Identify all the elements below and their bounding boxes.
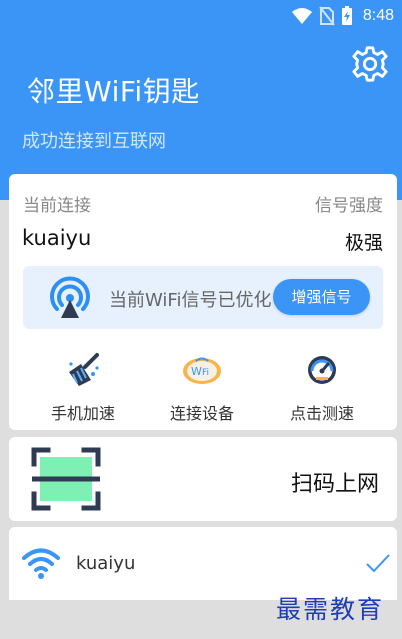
signal-notice: 当前WiFi信号已优化 增强信号 xyxy=(23,266,383,329)
wifi-status-icon xyxy=(291,8,312,24)
app-header: 8:48 邻里WiFi钥匙 成功连接到互联网 xyxy=(0,0,402,200)
no-sim-icon xyxy=(319,6,335,26)
wifi-device-icon: W Fi xyxy=(183,357,221,384)
signal-notice-text: 当前WiFi信号已优化 xyxy=(109,290,272,311)
wifi-network-name: kuaiyu xyxy=(76,553,136,574)
speedometer-icon xyxy=(308,356,336,384)
speed-test-label: 点击测速 xyxy=(289,404,354,423)
signal-strength-value: 极强 xyxy=(344,232,383,254)
svg-text:Fi: Fi xyxy=(202,368,209,378)
status-time: 8:48 xyxy=(362,7,394,24)
check-icon xyxy=(366,554,390,573)
battery-charging-icon xyxy=(341,6,352,25)
current-network-name: kuaiyu xyxy=(22,226,92,250)
qr-scan-icon xyxy=(31,447,101,511)
scan-to-connect-card[interactable]: 扫码上网 xyxy=(9,437,397,521)
broom-icon xyxy=(69,353,99,386)
svg-text:W: W xyxy=(191,365,202,378)
app-title: 邻里WiFi钥匙 xyxy=(27,75,200,108)
current-connection-label: 当前连接 xyxy=(23,196,91,216)
connection-status-text: 成功连接到互联网 xyxy=(22,131,166,152)
scan-to-connect-label: 扫码上网 xyxy=(290,472,379,497)
signal-strength-label: 信号强度 xyxy=(315,196,383,216)
watermark-text: 最需教育 xyxy=(276,595,385,624)
wifi-icon xyxy=(22,548,60,579)
status-bar: 8:48 xyxy=(0,0,402,32)
connected-devices-label: 连接设备 xyxy=(169,404,234,423)
signal-tower-icon xyxy=(50,276,90,318)
phone-boost-button[interactable]: 手机加速 xyxy=(23,350,143,424)
gear-icon[interactable] xyxy=(350,44,390,84)
boost-signal-button[interactable]: 增强信号 xyxy=(273,279,370,315)
connected-devices-button[interactable]: W Fi 连接设备 xyxy=(142,350,262,424)
speed-test-button[interactable]: 点击测速 xyxy=(262,350,382,424)
connection-card: 当前连接 信号强度 kuaiyu 极强 当前WiFi信号已优化 增强信号 手机加… xyxy=(9,174,397,430)
phone-boost-label: 手机加速 xyxy=(50,404,115,423)
